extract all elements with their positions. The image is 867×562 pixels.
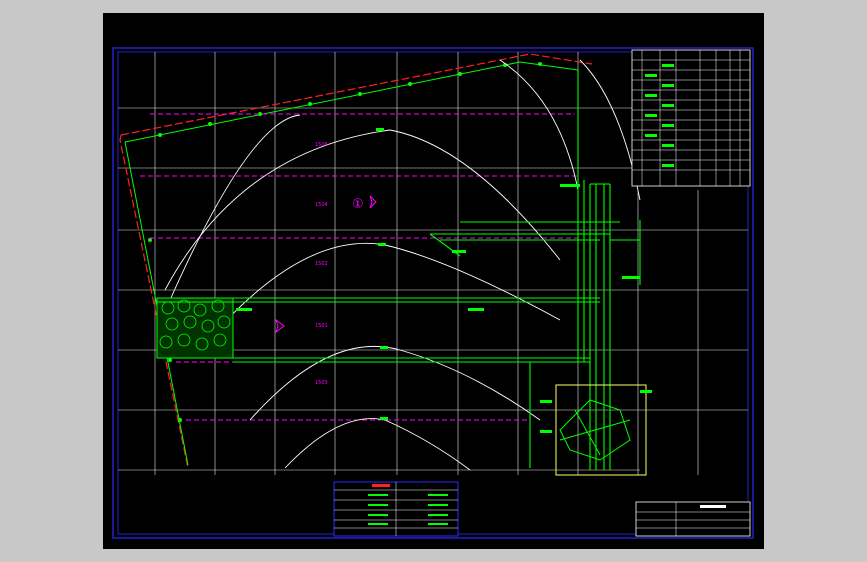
legend-table-top-right <box>631 49 751 187</box>
title-block <box>635 501 751 537</box>
drawing-svg: 1506 1504 1502 1501 1503 ① <box>103 13 764 549</box>
panel-label-1503: 1503 <box>315 380 328 386</box>
panel-label-1501: 1501 <box>315 323 328 329</box>
panel-label-1502: 1502 <box>315 261 328 267</box>
legend-table-bottom <box>333 481 459 537</box>
panel-label-1506: 1506 <box>315 142 328 148</box>
panel-marker: ① <box>352 197 364 212</box>
panel-label-1504: 1504 <box>315 202 328 208</box>
